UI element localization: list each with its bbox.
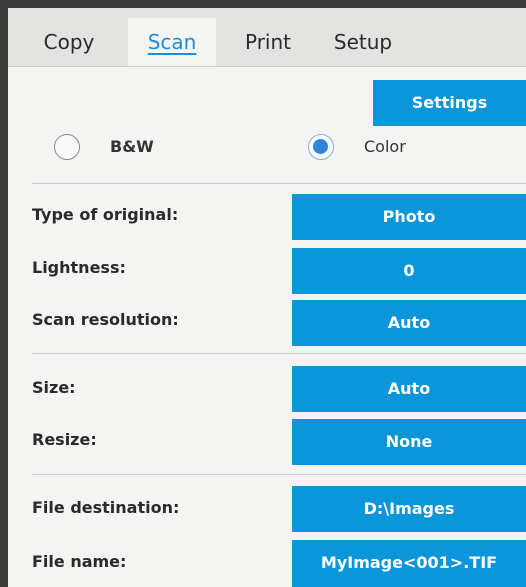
divider <box>32 183 526 184</box>
divider <box>32 474 526 475</box>
type-of-original-button[interactable]: Photo <box>292 194 526 240</box>
resize-button[interactable]: None <box>292 419 526 465</box>
file-name-button[interactable]: MyImage<001>.TIF <box>292 540 526 587</box>
radio-color-label: Color <box>364 137 406 156</box>
tab-bar: Copy Scan Print Setup <box>8 8 526 67</box>
radio-bw-label: B&W <box>110 137 154 156</box>
tab-scan[interactable]: Scan <box>128 18 216 66</box>
scan-resolution-button[interactable]: Auto <box>292 300 526 346</box>
scan-resolution-label: Scan resolution: <box>32 310 179 329</box>
radio-bw[interactable]: B&W <box>54 134 194 168</box>
tab-setup[interactable]: Setup <box>318 18 408 66</box>
file-name-label: File name: <box>32 552 127 571</box>
settings-button[interactable]: Settings <box>373 80 526 126</box>
radio-color[interactable]: Color <box>308 134 458 168</box>
radio-color-circle <box>308 134 334 160</box>
resize-label: Resize: <box>32 430 97 449</box>
divider <box>32 353 526 354</box>
lightness-label: Lightness: <box>32 258 126 277</box>
tab-print[interactable]: Print <box>228 18 308 66</box>
radio-selected-dot <box>313 139 328 154</box>
file-destination-label: File destination: <box>32 498 180 517</box>
lightness-button[interactable]: 0 <box>292 248 526 294</box>
type-of-original-label: Type of original: <box>32 205 179 224</box>
tab-copy[interactable]: Copy <box>22 18 116 66</box>
scan-panel: Copy Scan Print Setup Settings B&W Color… <box>8 8 526 587</box>
size-button[interactable]: Auto <box>292 366 526 412</box>
size-label: Size: <box>32 378 76 397</box>
file-destination-button[interactable]: D:\Images <box>292 486 526 532</box>
radio-bw-circle <box>54 134 80 160</box>
